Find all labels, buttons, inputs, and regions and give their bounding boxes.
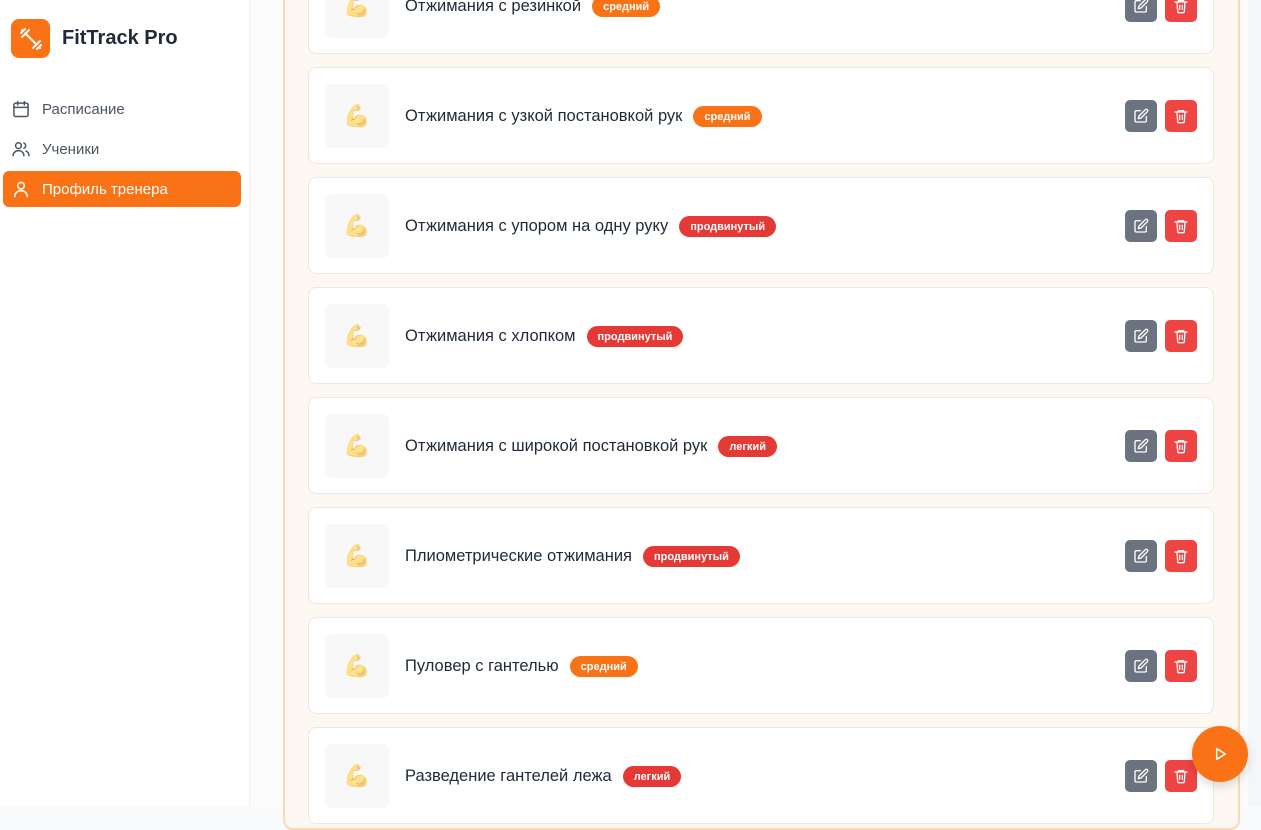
flexed-biceps-icon: 💪 <box>325 304 389 368</box>
edit-button[interactable] <box>1125 320 1157 352</box>
exercise-info: Плиометрические отжимания продвинутый <box>405 508 740 605</box>
main-content: 💪 Отжимания с резинкой средний 💪 Отжимания с… <box>250 0 1261 830</box>
exercise-info: Пуловер с гантелью средний <box>405 618 638 715</box>
edit-icon <box>1133 548 1149 564</box>
trash-icon <box>1173 768 1189 784</box>
exercise-info: Отжимания с упором на одну руку продвинут… <box>405 178 777 275</box>
flexed-biceps-icon: 💪 <box>325 744 389 808</box>
calendar-icon <box>13 100 29 118</box>
exercise-info: Разведение гантелей лежа легкий <box>405 728 682 825</box>
edit-icon <box>1133 438 1149 454</box>
row-actions <box>1125 100 1197 132</box>
delete-button[interactable] <box>1165 650 1197 682</box>
flexed-biceps-icon: 💪 <box>325 634 389 698</box>
delete-button[interactable] <box>1165 100 1197 132</box>
exercise-title: Пуловер с гантелью <box>405 657 559 675</box>
row-actions <box>1125 210 1197 242</box>
exercise-title: Отжимания с резинкой <box>405 0 582 15</box>
sidebar-nav: Расписание Ученики Профиль тренера <box>3 91 241 211</box>
trash-icon <box>1173 328 1189 344</box>
row-actions <box>1125 0 1197 22</box>
exercise-title: Отжимания с упором на одну руку <box>405 217 669 235</box>
difficulty-badge: продвинутый <box>642 546 740 567</box>
trash-icon <box>1173 438 1189 454</box>
difficulty-badge: средний <box>693 106 762 127</box>
difficulty-badge: средний <box>569 656 638 677</box>
exercise-row[interactable]: 💪 Пуловер с гантелью средний <box>308 617 1214 714</box>
edit-button[interactable] <box>1125 100 1157 132</box>
sidebar-item-trainer-profile[interactable]: Профиль тренера <box>3 171 241 207</box>
exercise-title: Разведение гантелей лежа <box>405 767 612 785</box>
trash-icon <box>1173 548 1189 564</box>
trash-icon <box>1173 658 1189 674</box>
sidebar-item-label: Ученики <box>42 140 100 158</box>
edit-icon <box>1133 218 1149 234</box>
exercise-info: Отжимания с хлопком продвинутый <box>405 288 684 385</box>
difficulty-badge: легкий <box>622 766 682 787</box>
delete-button[interactable] <box>1165 430 1197 462</box>
difficulty-badge: средний <box>592 0 661 17</box>
exercise-row[interactable]: 💪 Отжимания с упором на одну руку продвину… <box>308 177 1214 274</box>
difficulty-badge: легкий <box>718 436 777 457</box>
exercise-info: Отжимания с резинкой средний <box>405 0 661 55</box>
sidebar-item-schedule[interactable]: Расписание <box>3 91 241 127</box>
row-actions <box>1125 540 1197 572</box>
delete-button[interactable] <box>1165 320 1197 352</box>
edit-icon <box>1133 0 1149 14</box>
trash-icon <box>1173 0 1189 14</box>
delete-button[interactable] <box>1165 540 1197 572</box>
row-actions <box>1125 430 1197 462</box>
play-button[interactable] <box>1192 726 1248 782</box>
exercise-info: Отжимания с узкой постановкой рук средний <box>405 68 762 165</box>
edit-icon <box>1133 768 1149 784</box>
trash-icon <box>1173 108 1189 124</box>
exercise-title: Плиометрические отжимания <box>405 547 632 565</box>
flexed-biceps-icon: 💪 <box>325 524 389 588</box>
edit-icon <box>1133 658 1149 674</box>
edit-button[interactable] <box>1125 760 1157 792</box>
delete-button[interactable] <box>1165 0 1197 22</box>
scrollbar[interactable] <box>1248 0 1261 806</box>
user-icon <box>14 181 28 198</box>
sidebar-item-students[interactable]: Ученики <box>3 131 241 167</box>
edit-icon <box>1133 108 1149 124</box>
exercise-row[interactable]: 💪 Отжимания с резинкой средний <box>308 0 1214 54</box>
edit-button[interactable] <box>1125 650 1157 682</box>
sidebar-item-label: Расписание <box>42 100 125 118</box>
play-icon <box>1215 747 1227 761</box>
exercise-info: Отжимания с широкой постановкой рук легки… <box>405 398 777 495</box>
edit-button[interactable] <box>1125 540 1157 572</box>
flexed-biceps-icon: 💪 <box>325 84 389 148</box>
exercise-row[interactable]: 💪 Разведение гантелей лежа легкий <box>308 727 1214 824</box>
edit-button[interactable] <box>1125 0 1157 22</box>
flexed-biceps-icon: 💪 <box>325 414 389 478</box>
exercise-row[interactable]: 💪 Отжимания с узкой постановкой рук средни… <box>308 67 1214 164</box>
row-actions <box>1125 650 1197 682</box>
brand[interactable]: FitTrack Pro <box>11 19 178 58</box>
exercise-row[interactable]: 💪 Отжимания с широкой постановкой рук легк… <box>308 397 1214 494</box>
flexed-biceps-icon: 💪 <box>325 0 389 38</box>
app-name: FitTrack Pro <box>62 27 178 49</box>
exercise-title: Отжимания с широкой постановкой рук <box>405 437 708 455</box>
trash-icon <box>1173 218 1189 234</box>
exercise-row[interactable]: 💪 Плиометрические отжимания продвинутый <box>308 507 1214 604</box>
edit-button[interactable] <box>1125 430 1157 462</box>
sidebar-item-label: Профиль тренера <box>42 180 168 198</box>
row-actions <box>1125 320 1197 352</box>
exercise-title: Отжимания с узкой постановкой рук <box>405 107 683 125</box>
dumbbell-icon <box>11 19 50 58</box>
edit-icon <box>1133 328 1149 344</box>
flexed-biceps-icon: 💪 <box>325 194 389 258</box>
exercise-title: Отжимания с хлопком <box>405 327 576 345</box>
delete-button[interactable] <box>1165 210 1197 242</box>
difficulty-badge: продвинутый <box>679 216 777 237</box>
difficulty-badge: продвинутый <box>586 326 684 347</box>
users-icon <box>12 142 30 157</box>
edit-button[interactable] <box>1125 210 1157 242</box>
delete-button[interactable] <box>1165 760 1197 792</box>
sidebar: FitTrack Pro Расписание Ученики Профиль … <box>0 0 250 806</box>
row-actions <box>1125 760 1197 792</box>
exercise-row[interactable]: 💪 Отжимания с хлопком продвинутый <box>308 287 1214 384</box>
